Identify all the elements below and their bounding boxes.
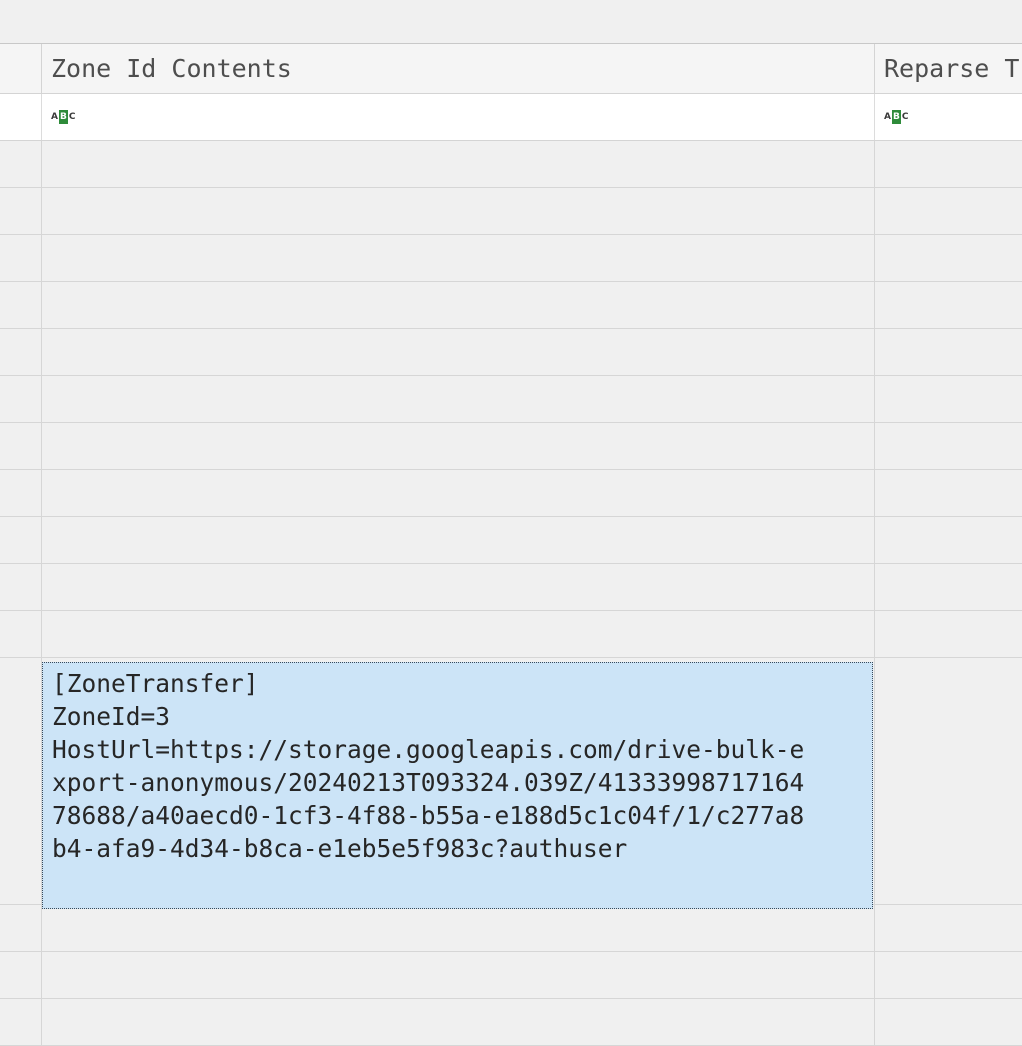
cell-reparse[interactable] [874, 999, 1022, 1045]
filter-cell-zone-id-contents[interactable]: ABC [41, 94, 874, 140]
abc-filter-icon[interactable]: ABC [884, 110, 908, 124]
cell-previous[interactable] [0, 564, 41, 610]
column-header-zone-id-contents[interactable]: Zone Id Contents [41, 44, 874, 93]
cell-reparse[interactable] [874, 141, 1022, 187]
cell-previous[interactable] [0, 188, 41, 234]
table-row[interactable] [0, 905, 1022, 952]
cell-previous[interactable] [0, 999, 41, 1045]
cell-previous[interactable] [0, 611, 41, 657]
cell-previous[interactable] [0, 235, 41, 281]
cell-reparse[interactable] [874, 423, 1022, 469]
cell-reparse[interactable] [874, 188, 1022, 234]
table-row[interactable] [0, 564, 1022, 611]
zone-line: 78688/a40aecd0-1cf3-4f88-b55a-e188d5c1c0… [52, 801, 805, 830]
cell-zone-id-contents[interactable] [41, 905, 874, 951]
cell-reparse[interactable] [874, 517, 1022, 563]
cell-previous[interactable] [0, 952, 41, 998]
cell-zone-id-contents[interactable] [41, 376, 874, 422]
table-row[interactable] [0, 517, 1022, 564]
zone-line: ZoneId=3 [52, 702, 171, 731]
cell-reparse[interactable] [874, 235, 1022, 281]
cell-zone-id-contents[interactable] [41, 282, 874, 328]
cell-reparse[interactable] [874, 329, 1022, 375]
table-row[interactable] [0, 282, 1022, 329]
cell-previous[interactable] [0, 376, 41, 422]
cell-reparse[interactable] [874, 658, 1022, 904]
table-row[interactable] [0, 423, 1022, 470]
cell-previous[interactable] [0, 329, 41, 375]
cell-previous[interactable] [0, 470, 41, 516]
cell-zone-id-contents[interactable] [41, 188, 874, 234]
table-row[interactable] [0, 611, 1022, 658]
table-row[interactable] [0, 188, 1022, 235]
cell-previous[interactable] [0, 658, 41, 904]
table-row[interactable] [0, 470, 1022, 517]
cell-reparse[interactable] [874, 470, 1022, 516]
table-row[interactable] [0, 235, 1022, 282]
zone-line: b4-afa9-4d34-b8ca-e1eb5e5f983c?authuser [52, 834, 628, 863]
zone-id-contents-cell-selected[interactable]: [ZoneTransfer] ZoneId=3 HostUrl=https://… [42, 662, 873, 909]
abc-filter-icon[interactable]: ABC [51, 110, 75, 124]
cell-reparse[interactable] [874, 952, 1022, 998]
cell-zone-id-contents[interactable] [41, 423, 874, 469]
cell-zone-id-contents[interactable] [41, 329, 874, 375]
cell-zone-id-contents[interactable] [41, 470, 874, 516]
column-header-row: Zone Id Contents Reparse T [0, 43, 1022, 94]
column-header-previous[interactable] [0, 44, 41, 93]
cell-reparse[interactable] [874, 611, 1022, 657]
cell-zone-id-contents[interactable] [41, 999, 874, 1045]
table-row[interactable] [0, 329, 1022, 376]
cell-zone-id-contents[interactable] [41, 517, 874, 563]
table-row[interactable] [0, 141, 1022, 188]
cell-reparse[interactable] [874, 376, 1022, 422]
cell-reparse[interactable] [874, 564, 1022, 610]
cell-zone-id-contents[interactable] [41, 952, 874, 998]
toolbar-area [0, 0, 1022, 43]
zone-line: [ZoneTransfer] [52, 669, 259, 698]
filter-cell-previous[interactable] [0, 94, 41, 140]
cell-previous[interactable] [0, 423, 41, 469]
table-row[interactable] [0, 376, 1022, 423]
cell-zone-id-contents[interactable] [41, 564, 874, 610]
filter-row: ABC ABC [0, 94, 1022, 141]
filter-cell-reparse[interactable]: ABC [874, 94, 1022, 140]
cell-zone-id-contents[interactable] [41, 235, 874, 281]
cell-reparse[interactable] [874, 282, 1022, 328]
cell-zone-id-contents[interactable] [41, 611, 874, 657]
cell-previous[interactable] [0, 517, 41, 563]
cell-previous[interactable] [0, 905, 41, 951]
zone-line: HostUrl=https://storage.googleapis.com/d… [52, 735, 805, 764]
table-row[interactable] [0, 999, 1022, 1046]
cell-reparse[interactable] [874, 905, 1022, 951]
table-row[interactable] [0, 952, 1022, 999]
cell-previous[interactable] [0, 141, 41, 187]
zone-line: xport-anonymous/20240213T093324.039Z/413… [52, 768, 805, 797]
cell-zone-id-contents[interactable] [41, 141, 874, 187]
column-header-reparse[interactable]: Reparse T [874, 44, 1022, 93]
cell-previous[interactable] [0, 282, 41, 328]
